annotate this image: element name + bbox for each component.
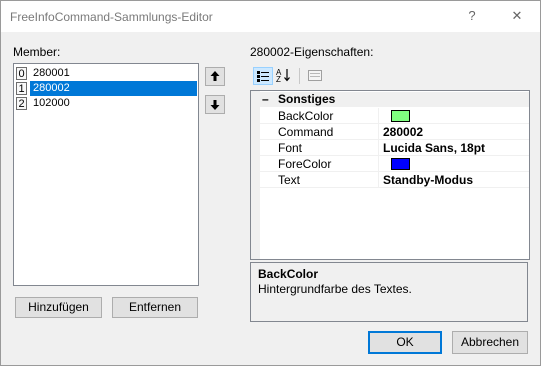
close-button[interactable]: ✕ [506,5,528,27]
member-list[interactable]: 0 280001 1 280002 2 102000 [13,63,199,286]
list-item-index: 2 [16,97,27,110]
toolbar-separator [299,68,300,84]
property-row-forecolor[interactable]: ForeColor [260,156,529,172]
property-row-font[interactable]: Font Lucida Sans, 18pt [260,140,529,156]
member-label: Member: [13,45,61,59]
list-item[interactable]: 2 102000 [15,96,197,111]
property-value: 280002 [383,125,424,139]
property-name: Command [278,125,334,139]
description-title: BackColor [258,267,319,281]
help-button[interactable]: ? [461,5,483,27]
property-name: ForeColor [278,157,332,171]
move-up-button[interactable] [205,67,225,86]
arrow-down-icon [210,100,220,110]
move-down-button[interactable] [205,95,225,114]
title-bar: FreeInfoCommand-Sammlungs-Editor ? ✕ [1,1,540,32]
categorized-button[interactable] [253,67,273,85]
window-title: FreeInfoCommand-Sammlungs-Editor [10,10,213,24]
editor-dialog: FreeInfoCommand-Sammlungs-Editor ? ✕ Mem… [0,0,541,366]
list-item[interactable]: 0 280001 [15,66,197,81]
list-item-index: 0 [16,67,27,80]
list-item[interactable]: 1 280002 [15,81,197,96]
remove-button[interactable]: Entfernen [112,297,198,318]
property-grid[interactable]: – Sonstiges BackColor Command 280002 Fon… [250,90,530,260]
property-name: Font [278,141,303,155]
property-row-backcolor[interactable]: BackColor [260,108,529,124]
properties-label: 280002-Eigenschaften: [250,45,374,59]
category-row[interactable]: – Sonstiges [251,92,529,107]
color-swatch [391,110,410,122]
property-row-text[interactable]: Text Standby-Modus [260,172,529,188]
categorized-icon [257,71,269,82]
color-swatch [391,158,410,170]
list-item-value: 102000 [33,97,70,109]
property-row-command[interactable]: Command 280002 [260,124,529,140]
list-item-index: 1 [16,82,27,95]
arrow-up-icon [210,71,220,81]
svg-text:Z: Z [276,75,281,83]
list-item-value: 280001 [33,67,70,79]
property-name: Text [278,173,301,187]
list-item-value: 280002 [30,81,197,96]
alphabetical-button[interactable]: A Z [275,67,295,85]
description-panel: BackColor Hintergrundfarbe des Textes. [250,262,528,322]
category-label: Sonstiges [278,92,336,106]
description-text: Hintergrundfarbe des Textes. [258,282,412,296]
add-button[interactable]: Hinzufügen [15,297,102,318]
cancel-button[interactable]: Abbrechen [452,331,528,354]
property-pages-icon [308,70,322,81]
property-pages-button[interactable] [306,67,326,85]
collapse-icon[interactable]: – [262,92,269,107]
ok-button[interactable]: OK [368,331,442,354]
grid-margin [251,91,260,259]
property-value: Standby-Modus [383,173,473,187]
property-value: Lucida Sans, 18pt [383,141,486,155]
alphabetical-icon: A Z [276,68,290,84]
property-name: BackColor [278,109,334,123]
